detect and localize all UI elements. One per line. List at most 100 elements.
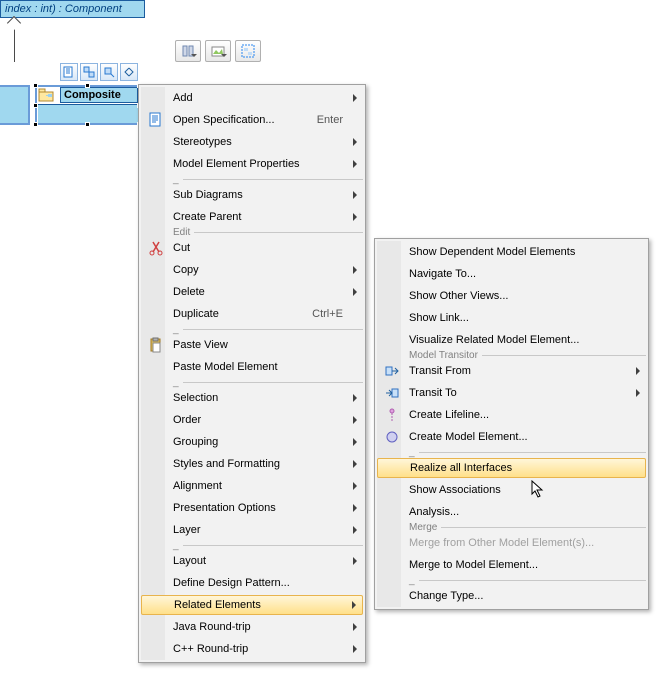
menu-separator: Merge [405, 523, 646, 532]
group-select-icon [241, 44, 255, 58]
menu-label: Layer [167, 524, 343, 536]
lifeline-icon [381, 407, 403, 423]
menu-label: Add [167, 92, 343, 104]
menu-item-sub-diagrams[interactable]: Sub Diagrams [141, 184, 363, 206]
menu-item-analysis[interactable]: Analysis... [377, 501, 646, 523]
resize-handle[interactable] [33, 83, 38, 88]
menu-item-merge-to-model-element[interactable]: Merge to Model Element... [377, 554, 646, 576]
doc-icon [63, 66, 75, 78]
menu-label: Duplicate [167, 308, 302, 320]
floating-toolbar [175, 40, 261, 62]
menu-label: Model Element Properties [167, 158, 343, 170]
menu-item-visualize-related-model-element[interactable]: Visualize Related Model Element... [377, 329, 646, 351]
menu-item-realize-all-interfaces[interactable]: Realize all Interfaces [377, 458, 646, 478]
menu-separator: _ [169, 378, 363, 387]
resize-handle[interactable] [85, 83, 90, 88]
menu-label: Alignment [167, 480, 343, 492]
resize-handle[interactable] [85, 122, 90, 127]
menu-item-duplicate[interactable]: DuplicateCtrl+E [141, 303, 363, 325]
cut-icon [145, 240, 167, 256]
menu-item-layout[interactable]: Layout [141, 550, 363, 572]
menu-item-paste-view[interactable]: Paste View [141, 334, 363, 356]
menu-label: Paste Model Element [167, 361, 343, 373]
menu-shortcut: Ctrl+E [302, 308, 343, 320]
menu-item-define-design-pattern[interactable]: Define Design Pattern... [141, 572, 363, 594]
menu-item-cut[interactable]: Cut [141, 237, 363, 259]
menu-item-selection[interactable]: Selection [141, 387, 363, 409]
menu-separator: _ [169, 541, 363, 550]
composite-body [38, 104, 138, 123]
menu-item-create-model-element[interactable]: Create Model Element... [377, 426, 646, 448]
menu-item-layer[interactable]: Layer [141, 519, 363, 541]
resize-handle[interactable] [33, 103, 38, 108]
menu-item-create-lifeline[interactable]: Create Lifeline... [377, 404, 646, 426]
menu-label: Realize all Interfaces [404, 462, 625, 474]
context-menu-related-elements: Show Dependent Model Elements Navigate To… [374, 238, 649, 610]
menu-item-alignment[interactable]: Alignment [141, 475, 363, 497]
menu-item-add[interactable]: Add [141, 87, 363, 109]
menu-item-order[interactable]: Order [141, 409, 363, 431]
menu-label: Create Model Element... [403, 431, 626, 443]
menu-item-copy[interactable]: Copy [141, 259, 363, 281]
toolbar-btn-1[interactable] [175, 40, 201, 62]
menu-label: Show Associations [403, 484, 626, 496]
menu-item-transit-from[interactable]: Transit From [377, 360, 646, 382]
menu-group-label: _ [405, 447, 419, 458]
menu-item-create-parent[interactable]: Create Parent [141, 206, 363, 228]
menu-item-show-associations[interactable]: Show Associations [377, 479, 646, 501]
mini-btn-3[interactable] [100, 63, 118, 81]
menu-item-grouping[interactable]: Grouping [141, 431, 363, 453]
picture-icon [211, 44, 225, 58]
menu-label: Transit To [403, 387, 626, 399]
menu-item-navigate-to[interactable]: Navigate To... [377, 263, 646, 285]
menu-separator: _ [405, 448, 646, 457]
menu-label: Delete [167, 286, 343, 298]
menu-item-stereotypes[interactable]: Stereotypes [141, 131, 363, 153]
menu-label: Sub Diagrams [167, 189, 343, 201]
resize-handle[interactable] [33, 122, 38, 127]
menu-item-styles-and-formatting[interactable]: Styles and Formatting [141, 453, 363, 475]
menu-item-transit-to[interactable]: Transit To [377, 382, 646, 404]
menu-item-change-type[interactable]: Change Type... [377, 585, 646, 607]
mini-btn-1[interactable] [60, 63, 78, 81]
composite-title[interactable]: Composite [60, 87, 138, 103]
element-mini-toolbar [60, 63, 138, 81]
menu-label: Selection [167, 392, 343, 404]
menu-item-show-other-views[interactable]: Show Other Views... [377, 285, 646, 307]
menu-separator: _ [169, 175, 363, 184]
menu-item-presentation-options[interactable]: Presentation Options [141, 497, 363, 519]
spec-icon [145, 112, 167, 128]
menu-item-model-element-properties[interactable]: Model Element Properties [141, 153, 363, 175]
toolbar-btn-3[interactable] [235, 40, 261, 62]
menu-separator: Model Transitor [405, 351, 646, 360]
menu-label: Transit From [403, 365, 626, 377]
menu-label: Create Lifeline... [403, 409, 626, 421]
menu-label: Analysis... [403, 506, 626, 518]
menu-item-open-specification[interactable]: Open Specification...Enter [141, 109, 363, 131]
menu-item-paste-model-element[interactable]: Paste Model Element [141, 356, 363, 378]
menu-label: Stereotypes [167, 136, 343, 148]
toolbar-btn-2[interactable] [205, 40, 231, 62]
menu-separator: _ [169, 325, 363, 334]
menu-label: Cut [167, 242, 343, 254]
menu-label: Copy [167, 264, 343, 276]
menu-label: Layout [167, 555, 343, 567]
expand-icon [123, 66, 135, 78]
menu-item-c-round-trip[interactable]: C++ Round-trip [141, 638, 363, 660]
menu-label: Styles and Formatting [167, 458, 343, 470]
menu-label: Define Design Pattern... [167, 577, 343, 589]
menu-item-show-dependent-model-elements[interactable]: Show Dependent Model Elements [377, 241, 646, 263]
mini-btn-2[interactable] [80, 63, 98, 81]
generalization-arrow [7, 16, 21, 30]
left-partial-box [0, 85, 30, 125]
assoc-icon [83, 66, 95, 78]
menu-item-delete[interactable]: Delete [141, 281, 363, 303]
menu-item-show-link[interactable]: Show Link... [377, 307, 646, 329]
transit-to-icon [381, 385, 403, 401]
menu-item-related-elements[interactable]: Related Elements [141, 595, 363, 615]
menu-label: Visualize Related Model Element... [403, 334, 626, 346]
menu-label: Navigate To... [403, 268, 626, 280]
menu-separator: Edit [169, 228, 363, 237]
menu-item-java-round-trip[interactable]: Java Round-trip [141, 616, 363, 638]
mini-btn-4[interactable] [120, 63, 138, 81]
